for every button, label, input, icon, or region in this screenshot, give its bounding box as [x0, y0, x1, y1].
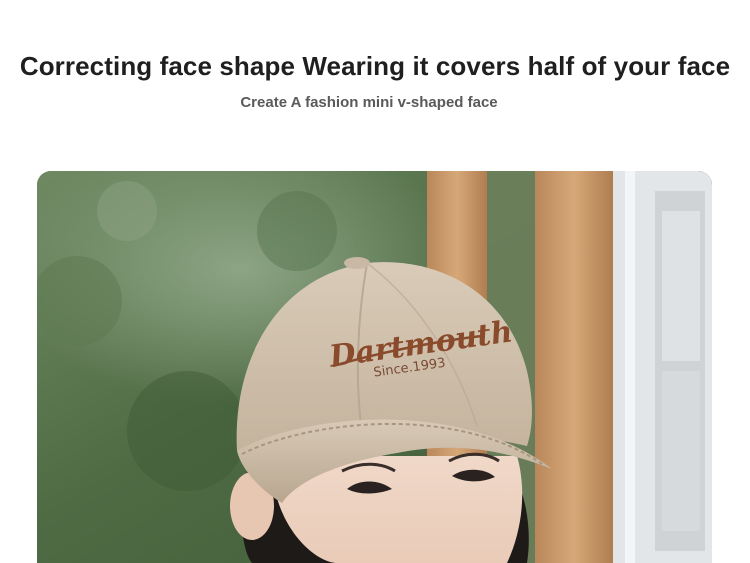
headline: Correcting face shape Wearing it covers …	[19, 51, 731, 82]
subheadline: Create A fashion mini v-shaped face	[240, 94, 498, 111]
product-photo: Dartmouth Since.1993	[37, 171, 712, 563]
photo-illustration: Dartmouth Since.1993	[37, 171, 712, 563]
